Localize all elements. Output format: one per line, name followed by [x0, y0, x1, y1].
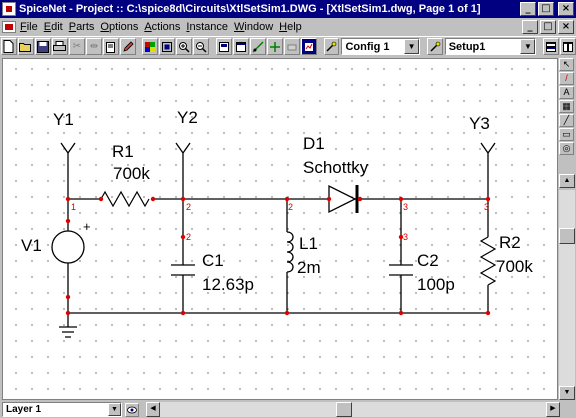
rectangle-tool-icon[interactable]: ▭	[559, 128, 574, 141]
chevron-down-icon[interactable]: ▼	[520, 39, 536, 54]
v1-polarity-label: +	[83, 219, 91, 234]
draw-pencil-icon[interactable]: /	[559, 72, 574, 85]
document-window-controls: _ □ ×	[522, 20, 576, 34]
scroll-down-arrow[interactable]: ▼	[559, 386, 575, 400]
scroll-right-arrow[interactable]: ▶	[546, 402, 560, 417]
l1-value-label[interactable]: 2m	[297, 258, 321, 277]
node-label-2: 2	[186, 202, 191, 212]
menu-help[interactable]: Help	[279, 21, 308, 33]
tile-vertical-icon[interactable]	[560, 38, 576, 55]
menu-instance[interactable]: Instance	[186, 21, 234, 33]
node-label-3: 3	[403, 232, 408, 242]
text-tool-icon[interactable]: A	[559, 86, 574, 99]
d1-ref-label[interactable]: D1	[303, 134, 325, 153]
c2-ref-label[interactable]: C2	[417, 251, 439, 270]
d1-value-label[interactable]: Schottky	[303, 158, 369, 177]
horizontal-scroll-thumb[interactable]	[336, 402, 352, 417]
doc-restore-button[interactable]: □	[540, 20, 556, 34]
print-icon[interactable]	[51, 38, 68, 55]
node-label-2: 2	[186, 232, 191, 242]
document-icon[interactable]	[2, 21, 16, 33]
open-folder-icon[interactable]	[17, 38, 34, 55]
vertical-scroll-thumb[interactable]	[559, 228, 575, 244]
c2-value-label[interactable]: 100p	[417, 275, 455, 294]
zoom-in-icon[interactable]	[176, 38, 193, 55]
config-select[interactable]: Config 1 ▼	[341, 38, 421, 55]
menu-edit[interactable]: Edit	[44, 21, 69, 33]
window-icon[interactable]	[232, 38, 249, 55]
probe-y1-label[interactable]: Y1	[53, 110, 74, 129]
select-arrow-icon[interactable]: ↖	[559, 58, 574, 71]
menu-options[interactable]: Options	[100, 21, 144, 33]
probe-y3-label[interactable]: Y3	[469, 114, 490, 133]
scroll-left-arrow[interactable]: ◀	[146, 402, 160, 417]
app-icon[interactable]	[2, 2, 16, 16]
title-bar[interactable]: SpiceNet - Project :: C:\spice8d\Circuit…	[0, 0, 576, 18]
r2-value-label[interactable]: 700k	[496, 257, 533, 276]
grid-tool-icon[interactable]: ▦	[559, 100, 574, 113]
save-icon[interactable]	[34, 38, 51, 55]
config-select-value: Config 1	[345, 40, 390, 53]
window-title: SpiceNet - Project :: C:\spice8d\Circuit…	[19, 3, 481, 15]
r1-ref-label[interactable]: R1	[112, 142, 134, 161]
v1-ref-label[interactable]: V1	[21, 236, 42, 255]
setup-select-value: Setup1	[448, 40, 486, 53]
menu-window[interactable]: Window	[234, 21, 279, 33]
line-tool-icon[interactable]: ╱	[559, 114, 574, 127]
node-label-3: 3	[403, 202, 408, 212]
cut-icon[interactable]: ✂	[68, 38, 85, 55]
layer-select-value: Layer 1	[6, 404, 42, 415]
doc-close-button[interactable]: ×	[558, 20, 574, 34]
toolbar: ✂ ⇹ Config 1 ▼ Setup1 ▼	[0, 36, 576, 56]
close-button[interactable]: ×	[558, 2, 574, 16]
pencil-icon[interactable]	[119, 38, 136, 55]
node-label-3: 3	[484, 202, 489, 212]
layer-select[interactable]: Layer 1 ▼	[2, 402, 122, 417]
menu-parts[interactable]: Parts	[69, 21, 101, 33]
minimize-button[interactable]: _	[520, 2, 536, 16]
magnify-tool-icon[interactable]: ◎	[559, 142, 574, 155]
menu-file[interactable]: File	[20, 21, 44, 33]
component-icon[interactable]	[283, 38, 300, 55]
tile-horizontal-icon[interactable]	[543, 38, 559, 55]
spicenet-window: SpiceNet - Project :: C:\spice8d\Circuit…	[0, 0, 576, 418]
chevron-down-icon[interactable]: ▼	[108, 403, 121, 416]
horizontal-scrollbar[interactable]: ◀ ▶	[146, 402, 560, 417]
c1-value-label[interactable]: 12.63p	[202, 275, 254, 294]
probe-y2-label[interactable]: Y2	[177, 108, 198, 127]
l1-ref-label[interactable]: L1	[299, 234, 318, 253]
r1-value-label[interactable]: 700k	[113, 164, 150, 183]
c1-ref-label[interactable]: C1	[202, 251, 224, 270]
setup-select[interactable]: Setup1 ▼	[444, 38, 537, 55]
scroll-up-arrow[interactable]: ▲	[559, 174, 575, 188]
vertical-scroll-track[interactable]	[559, 190, 575, 386]
menu-bar: File Edit Parts Options Actions Instance…	[0, 18, 576, 36]
setup-icon[interactable]	[426, 38, 443, 55]
zoom-out-icon[interactable]	[193, 38, 210, 55]
eye-icon[interactable]	[125, 402, 139, 417]
move-icon[interactable]	[266, 38, 283, 55]
bottom-bar: Layer 1 ▼ ◀ ▶	[0, 401, 576, 418]
config-icon[interactable]	[323, 38, 340, 55]
node-label-1: 1	[71, 202, 76, 212]
wire-tool-icon[interactable]	[249, 38, 266, 55]
zoom-fit-icon[interactable]	[159, 38, 176, 55]
chevron-down-icon[interactable]: ▼	[404, 39, 420, 54]
new-file-icon[interactable]	[1, 38, 17, 55]
maximize-button[interactable]: □	[538, 2, 554, 16]
tool-palette: ↖ / A ▦ ╱ ▭ ◎ ▲ ▼	[559, 58, 575, 400]
menu-actions[interactable]: Actions	[144, 21, 186, 33]
color-palette-icon[interactable]	[142, 38, 159, 55]
node-label-2: 2	[288, 202, 293, 212]
schematic-drawing: 1 2 2 2 3 3 3 Y1 Y2 Y3 R1 700k V1 + C1 1…	[21, 108, 533, 338]
page-icon[interactable]	[216, 38, 232, 55]
schematic-canvas[interactable]: 1 2 2 2 3 3 3 Y1 Y2 Y3 R1 700k V1 + C1 1…	[2, 58, 558, 400]
simulate-icon[interactable]	[300, 38, 317, 55]
notepad-icon[interactable]	[102, 38, 119, 55]
mirror-icon[interactable]: ⇹	[85, 38, 102, 55]
doc-minimize-button[interactable]: _	[522, 20, 538, 34]
r2-ref-label[interactable]: R2	[499, 233, 521, 252]
